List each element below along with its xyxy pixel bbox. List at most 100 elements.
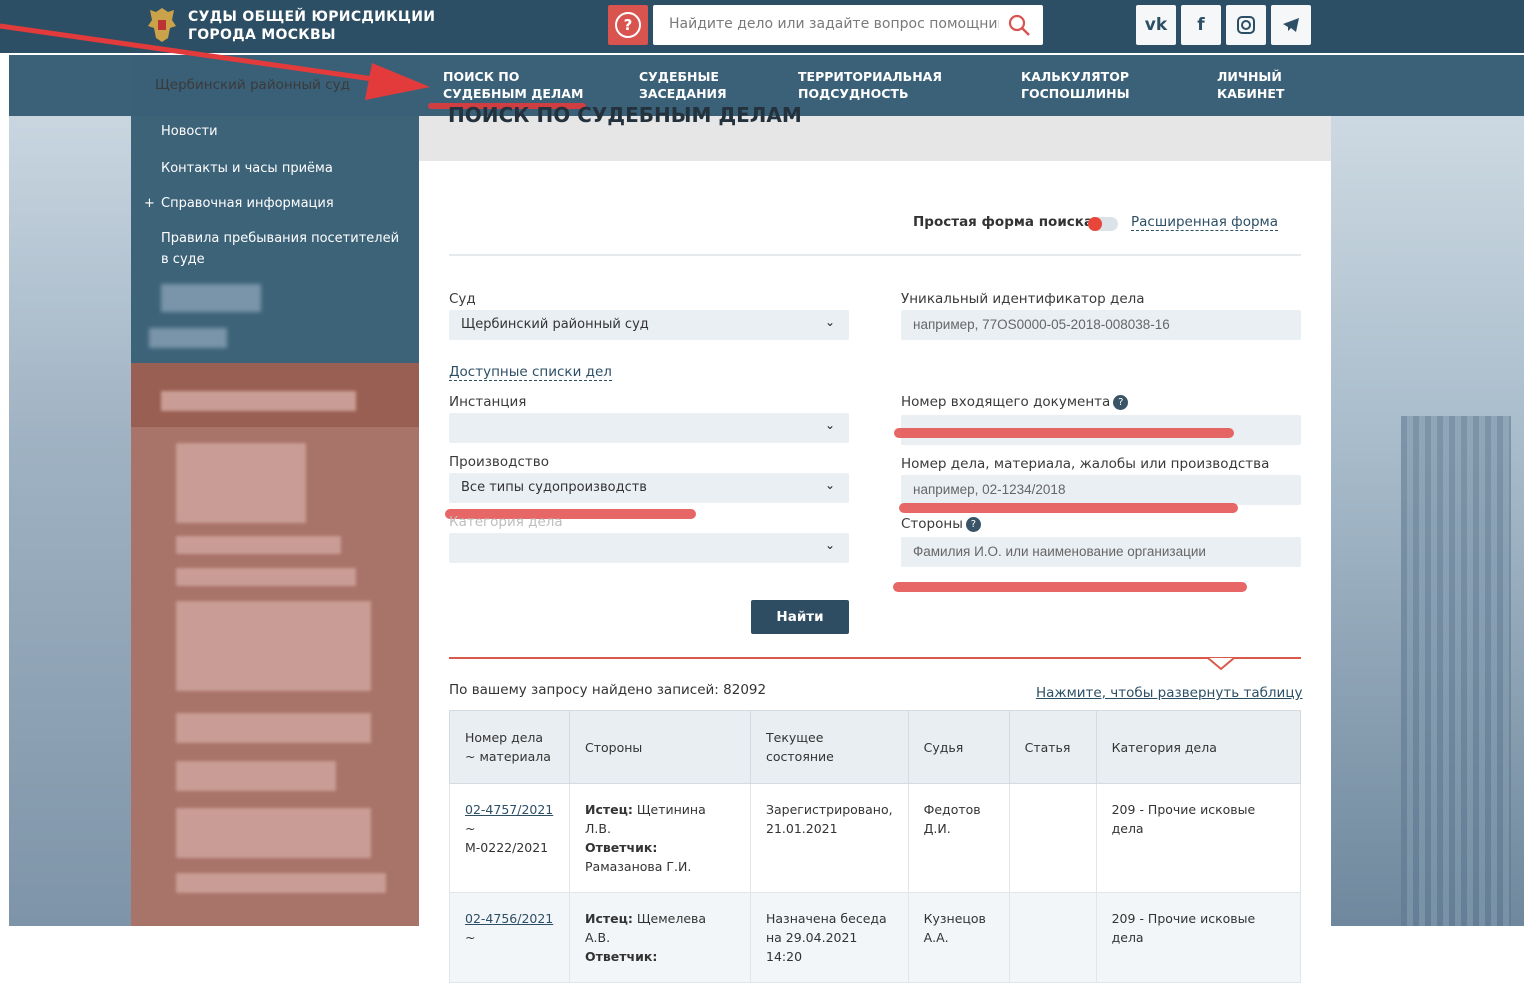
parties-label: Стороны? <box>901 516 981 532</box>
category-cell: 209 - Прочие исковые дела <box>1095 892 1302 983</box>
redacted-block <box>161 391 356 411</box>
blurred-item <box>161 284 261 312</box>
redacted-block <box>176 873 386 893</box>
case-number-field[interactable]: например, 02-1234/2018 <box>901 475 1301 505</box>
chevron-down-icon[interactable] <box>1206 657 1236 671</box>
column-header: Категория дела <box>1095 710 1302 784</box>
vk-icon[interactable]: vk <box>1136 5 1176 45</box>
sidebar-item-reference[interactable]: Справочная информация <box>161 193 334 214</box>
column-header: Судья <box>907 710 1010 784</box>
nav-label: КАЛЬКУЛЯТОР <box>1021 69 1129 84</box>
defendant-name: Рамазанова Г.И. <box>585 859 692 874</box>
nav-case-search[interactable]: ПОИСК ПО СУДЕБНЫМ ДЕЛАМ <box>443 68 583 102</box>
results-table: Номер дела ~ материала Стороны Текущее с… <box>449 710 1302 983</box>
chevron-down-icon: ⌄ <box>824 418 835 432</box>
status-cell: Зарегистрировано, 21.01.2021 <box>750 783 909 893</box>
table-row: 02-4757/2021 ~ М-0222/2021 Истец: Щетини… <box>449 783 1302 893</box>
instance-select[interactable]: ⌄ <box>449 413 849 443</box>
plus-icon[interactable]: + <box>144 193 155 214</box>
parties-label-text: Стороны <box>901 516 963 532</box>
annotation-arrow-icon <box>0 23 430 100</box>
search-input[interactable] <box>667 15 1001 33</box>
results-count: По вашему запросу найдено записей: 82092 <box>449 682 767 698</box>
case-cell: 02-4756/2021 ~ <box>449 892 570 983</box>
annotation-underline <box>894 428 1234 438</box>
question-icon: ? <box>615 12 641 38</box>
case-number-placeholder: например, 02-1234/2018 <box>913 482 1066 497</box>
parties-cell: Истец: Щемелева А.В. Ответчик: <box>569 892 751 983</box>
telegram-icon[interactable] <box>1271 5 1311 45</box>
form-toggle[interactable] <box>1088 217 1118 231</box>
available-lists-link[interactable]: Доступные списки дел <box>449 364 612 381</box>
redacted-block <box>176 568 356 586</box>
nav-fee-calculator[interactable]: КАЛЬКУЛЯТОР ГОСПОШЛИНЫ <box>1021 68 1130 102</box>
help-button[interactable]: ? <box>608 5 648 45</box>
court-select-value: Щербинский районный суд <box>461 317 649 332</box>
results-divider <box>449 657 1301 659</box>
expand-table-link[interactable]: Нажмите, чтобы развернуть таблицу <box>1036 685 1303 701</box>
proceeding-value: Все типы судопроизводств <box>461 480 647 495</box>
help-icon[interactable]: ? <box>1113 394 1129 410</box>
article-cell <box>1008 783 1097 893</box>
nav-label: ПОИСК ПО <box>443 69 520 84</box>
tilde: ~ <box>465 821 476 836</box>
nav-personal-account[interactable]: ЛИЧНЫЙ КАБИНЕТ <box>1217 68 1284 102</box>
redacted-block <box>176 761 336 791</box>
background-image-right <box>1331 116 1524 926</box>
parties-field[interactable]: Фамилия И.О. или наименование организаци… <box>901 537 1301 567</box>
find-button[interactable]: Найти <box>751 600 849 634</box>
facebook-icon[interactable]: f <box>1181 5 1221 45</box>
category-label: Категория дела <box>449 514 563 530</box>
category-cell: 209 - Прочие исковые дела <box>1095 783 1302 893</box>
plaintiff-label: Истец: <box>585 802 633 817</box>
proceeding-select[interactable]: Все типы судопроизводств ⌄ <box>449 473 849 503</box>
sidebar-item-contacts[interactable]: Контакты и часы приёма <box>161 158 333 179</box>
uid-field[interactable]: например, 77OS0000-05-2018-008038-16 <box>901 310 1301 340</box>
nav-label: ТЕРРИТОРИАЛЬНАЯ <box>798 69 942 84</box>
instagram-icon[interactable] <box>1226 5 1266 45</box>
category-select[interactable]: ⌄ <box>449 533 849 563</box>
nav-label: СУДЕБНЫМ ДЕЛАМ <box>443 86 584 101</box>
redacted-block <box>176 443 306 523</box>
judge-cell: Федотов Д.И. <box>907 783 1010 893</box>
simple-form-label: Простая форма поиска <box>913 214 1094 230</box>
search-box <box>653 5 1043 45</box>
case-cell: 02-4757/2021 ~ М-0222/2021 <box>449 783 570 893</box>
proceeding-label: Производство <box>449 454 549 470</box>
instance-label: Инстанция <box>449 394 527 410</box>
uid-placeholder: например, 77OS0000-05-2018-008038-16 <box>913 317 1170 332</box>
court-select[interactable]: Щербинский районный суд ⌄ <box>449 310 849 340</box>
parties-cell: Истец: Щетинина Л.В. Ответчик: Рамазанов… <box>569 783 751 893</box>
incoming-doc-label: Номер входящего документа? <box>901 394 1129 410</box>
column-header: Статья <box>1008 710 1097 784</box>
case-link[interactable]: 02-4756/2021 <box>465 909 554 928</box>
search-icon[interactable] <box>1007 13 1031 37</box>
column-header: Текущее состояние <box>750 710 909 784</box>
nav-label: ПОДСУДНОСТЬ <box>798 86 909 101</box>
judge-cell: Кузнецов А.А. <box>907 892 1010 983</box>
status-cell: Назначена беседа на 29.04.2021 14:20 <box>750 892 909 983</box>
annotation-underline <box>893 582 1247 592</box>
article-cell <box>1008 892 1097 983</box>
chevron-down-icon: ⌄ <box>824 315 835 329</box>
nav-label: ГОСПОШЛИНЫ <box>1021 86 1130 101</box>
chevron-down-icon: ⌄ <box>824 478 835 492</box>
table-header-row: Номер дела ~ материала Стороны Текущее с… <box>449 710 1302 784</box>
case-link[interactable]: 02-4757/2021 <box>465 800 554 819</box>
material-number: М-0222/2021 <box>465 840 549 855</box>
column-header: Стороны <box>569 710 751 784</box>
nav-court-sessions[interactable]: СУДЕБНЫЕ ЗАСЕДАНИЯ <box>639 68 727 102</box>
help-icon[interactable]: ? <box>965 516 981 532</box>
advanced-form-link[interactable]: Расширенная форма <box>1131 214 1279 231</box>
tilde: ~ <box>465 930 476 945</box>
expand-table-link-text: Нажмите, чтобы развернуть таблицу <box>1036 685 1303 701</box>
sidebar-item-rules[interactable]: Правила пребывания посетителей в суде <box>161 228 399 270</box>
column-header[interactable]: Номер дела ~ материала <box>449 710 570 784</box>
redacted-block <box>176 536 341 554</box>
annotation-underline <box>899 503 1238 513</box>
nav-jurisdiction[interactable]: ТЕРРИТОРИАЛЬНАЯ ПОДСУДНОСТЬ <box>798 68 942 102</box>
sidebar-item-news[interactable]: Новости <box>161 121 218 142</box>
nav-label: КАБИНЕТ <box>1217 86 1285 101</box>
defendant-label: Ответчик: <box>585 949 658 964</box>
sidebar-item-label: Правила пребывания посетителей <box>161 231 400 246</box>
